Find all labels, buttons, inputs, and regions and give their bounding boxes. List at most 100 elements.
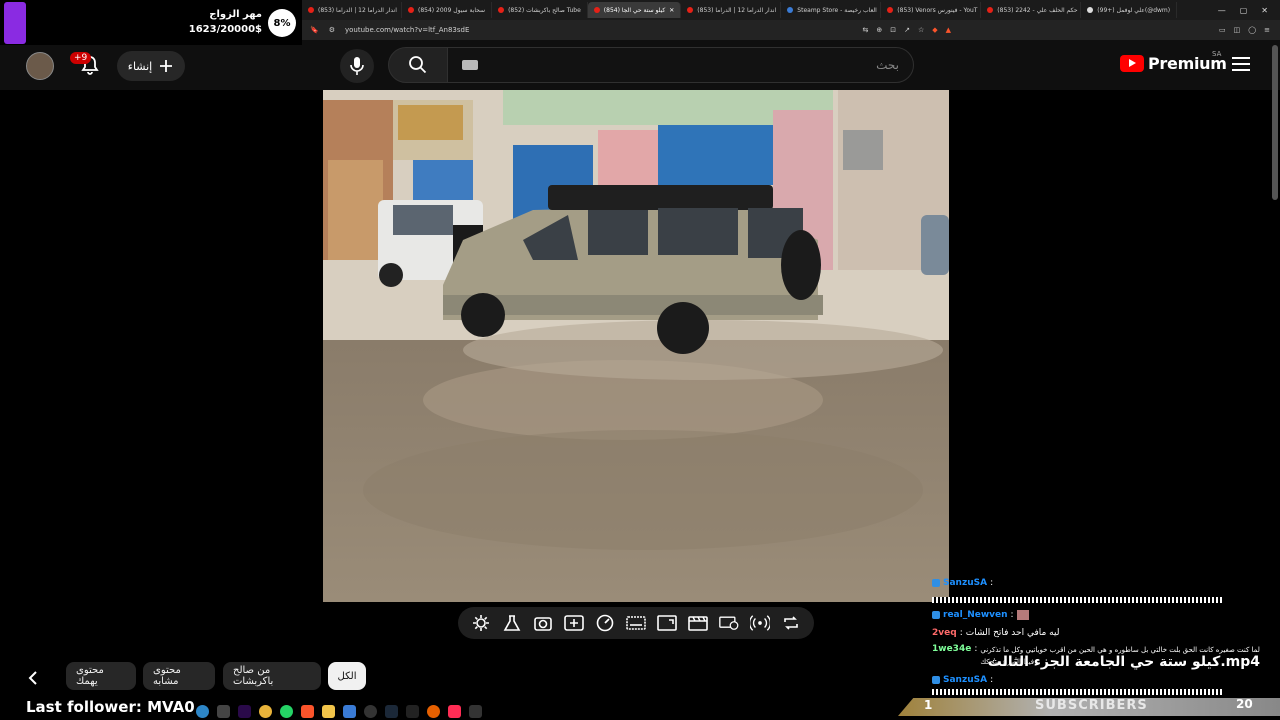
maximize-icon[interactable]: ▢ (1240, 6, 1248, 15)
obs-icon[interactable] (364, 704, 377, 718)
edge-icon[interactable] (196, 704, 209, 718)
star-icon[interactable]: ☆ (918, 26, 924, 34)
chip-recommended[interactable]: محتوى يهمك (66, 662, 136, 690)
chevron-left-icon[interactable] (24, 668, 44, 688)
chat-emote-row (932, 689, 1222, 695)
chat-username: 1we34e (932, 644, 972, 654)
translate-icon[interactable]: ⇆ (862, 26, 868, 34)
chat-emote-row (932, 597, 1222, 603)
plus-icon (160, 60, 173, 72)
caption-icon[interactable] (626, 613, 646, 633)
subscribers-left-count: 1 (924, 698, 933, 712)
youtube-favicon-icon (498, 7, 505, 13)
chat-username: 2veq (932, 628, 957, 638)
extensions-icon[interactable]: ▭ (1219, 26, 1226, 34)
youtube-premium-logo[interactable]: Premium SA (1120, 50, 1227, 73)
launcher-icon[interactable] (469, 704, 482, 718)
install-icon[interactable]: ⊡ (890, 26, 896, 34)
steam-favicon-icon (787, 7, 794, 13)
rewards-icon[interactable]: ▲ (946, 26, 951, 34)
flask-icon[interactable] (502, 613, 522, 633)
profile-icon[interactable]: ◯ (1248, 26, 1256, 34)
loop-icon[interactable] (781, 613, 801, 633)
game-icon[interactable] (448, 704, 461, 718)
browser-tab[interactable]: (853) اندار الدراما 12 | الدراما (302, 2, 402, 18)
film-icon[interactable] (687, 613, 708, 633)
create-button[interactable]: إنشاء (117, 51, 185, 81)
voice-search-button[interactable] (340, 49, 374, 83)
hamburger-menu-icon[interactable] (1232, 57, 1250, 71)
subscribers-count: 20 (1236, 697, 1253, 711)
subscribers-label: SUBSCRIBERS (1035, 698, 1148, 713)
steam-icon[interactable] (385, 704, 398, 718)
browser-tab[interactable]: (99+) علي لوفمل(@dwm) (1081, 2, 1178, 18)
close-window-icon[interactable]: ✕ (1261, 6, 1268, 15)
browser-tab[interactable]: (853) اندار الدراما 12 | الدراما (681, 2, 782, 18)
mod-badge-icon (932, 579, 940, 587)
file-explorer-icon[interactable] (322, 704, 335, 718)
mod-badge-icon (932, 676, 940, 684)
microphone-icon (350, 57, 364, 75)
camera-icon[interactable] (533, 613, 553, 633)
address-bar: 🔖 ⚙ youtube.com/watch?v=ltf_An83sdE ⇆ ⊕ … (300, 20, 1280, 40)
chat-message: 2veq: ليه مافي احد فاتح الشات (932, 628, 1060, 638)
bookmark-icon[interactable]: 🔖 (310, 26, 319, 34)
page-scrollbar[interactable] (1272, 45, 1278, 200)
close-tab-icon[interactable]: ✕ (669, 7, 674, 14)
add-clip-icon[interactable] (564, 613, 584, 633)
share-icon[interactable]: ↗ (904, 26, 910, 34)
tab-label: (99+) علي لوفمل(@dwm) (1097, 6, 1171, 14)
url-field[interactable]: youtube.com/watch?v=ltf_An83sdE (345, 26, 469, 34)
keyboard-icon[interactable] (462, 60, 478, 70)
avatar[interactable] (26, 52, 54, 80)
app-icon[interactable] (217, 704, 230, 718)
address-actions: ⇆ ⊕ ⊡ ↗ ☆ ◆ ▲ ▭ ◫ ◯ ≡ (862, 26, 1270, 34)
browser-tab[interactable]: (853) Venors فينورس - YouT (881, 2, 982, 18)
browser-tab[interactable]: (852) صالح باكربشات Tube (492, 2, 588, 18)
tab-label: (853) اندار الدراما 12 | الدراما (318, 6, 397, 14)
browser-tab-active[interactable]: (854) كيلو ستة حي الجا ✕ (587, 2, 682, 18)
aspect-icon[interactable] (657, 613, 677, 633)
tab-label: (853) اندار الدراما 12 | الدراما (697, 6, 777, 14)
terminal-icon[interactable] (406, 704, 419, 718)
youtube-favicon-icon (593, 7, 600, 13)
store-icon[interactable] (343, 704, 356, 718)
speed-icon[interactable] (595, 613, 615, 633)
chip-from-channel[interactable]: من صالح باكربشات (223, 662, 321, 690)
video-player[interactable] (323, 90, 949, 602)
menu-icon[interactable]: ≡ (1264, 26, 1270, 34)
chrome-icon[interactable] (259, 704, 272, 718)
broadcast-icon[interactable] (749, 613, 770, 633)
display-settings-icon[interactable] (718, 613, 739, 633)
goal-progress-bar (4, 2, 26, 44)
minimize-icon[interactable]: — (1218, 6, 1226, 15)
firefox-icon[interactable] (427, 704, 440, 718)
search-button[interactable] (388, 47, 448, 83)
browser-tab[interactable]: (854) سحابة سيول 2009 (402, 2, 493, 18)
youtube-favicon-icon (687, 7, 694, 13)
settings-icon[interactable] (471, 613, 491, 633)
chip-all[interactable]: الكل (328, 662, 366, 690)
zoom-icon[interactable]: ⊕ (876, 26, 882, 34)
chat-username: SanzuSA (943, 578, 988, 588)
youtube-header: +9 إنشاء بحث Premium SA (0, 40, 1280, 90)
chip-related[interactable]: محتوى مشابه (143, 662, 215, 690)
whatsapp-icon[interactable] (280, 704, 293, 718)
stream-chat-overlay: SanzuSA: real_Newven: 2veq: ليه مافي احد … (928, 576, 1280, 696)
site-info-icon[interactable]: ⚙ (329, 26, 335, 34)
brave-shield-icon[interactable]: ◆ (932, 26, 937, 34)
youtube-favicon-icon (887, 7, 894, 13)
browser-tab[interactable]: (853) 2242 - حكم الحلف علي (981, 2, 1082, 18)
premiere-icon[interactable] (238, 704, 251, 718)
tab-label: (853) Venors فينورس - YouT (897, 6, 978, 14)
chat-username: real_Newven (943, 610, 1008, 620)
wallet-icon[interactable]: ◫ (1234, 26, 1241, 34)
search-input[interactable]: بحث (447, 47, 914, 83)
chat-message: SanzuSA: (932, 675, 993, 685)
chat-message: real_Newven: (932, 610, 1029, 620)
window-controls: — ▢ ✕ (1218, 6, 1280, 15)
browser-tab[interactable]: Steamp Store - العاب رخيصة (781, 2, 882, 18)
brave-icon[interactable] (301, 704, 314, 718)
youtube-favicon-icon (408, 7, 414, 13)
player-controls-bar (458, 607, 814, 639)
